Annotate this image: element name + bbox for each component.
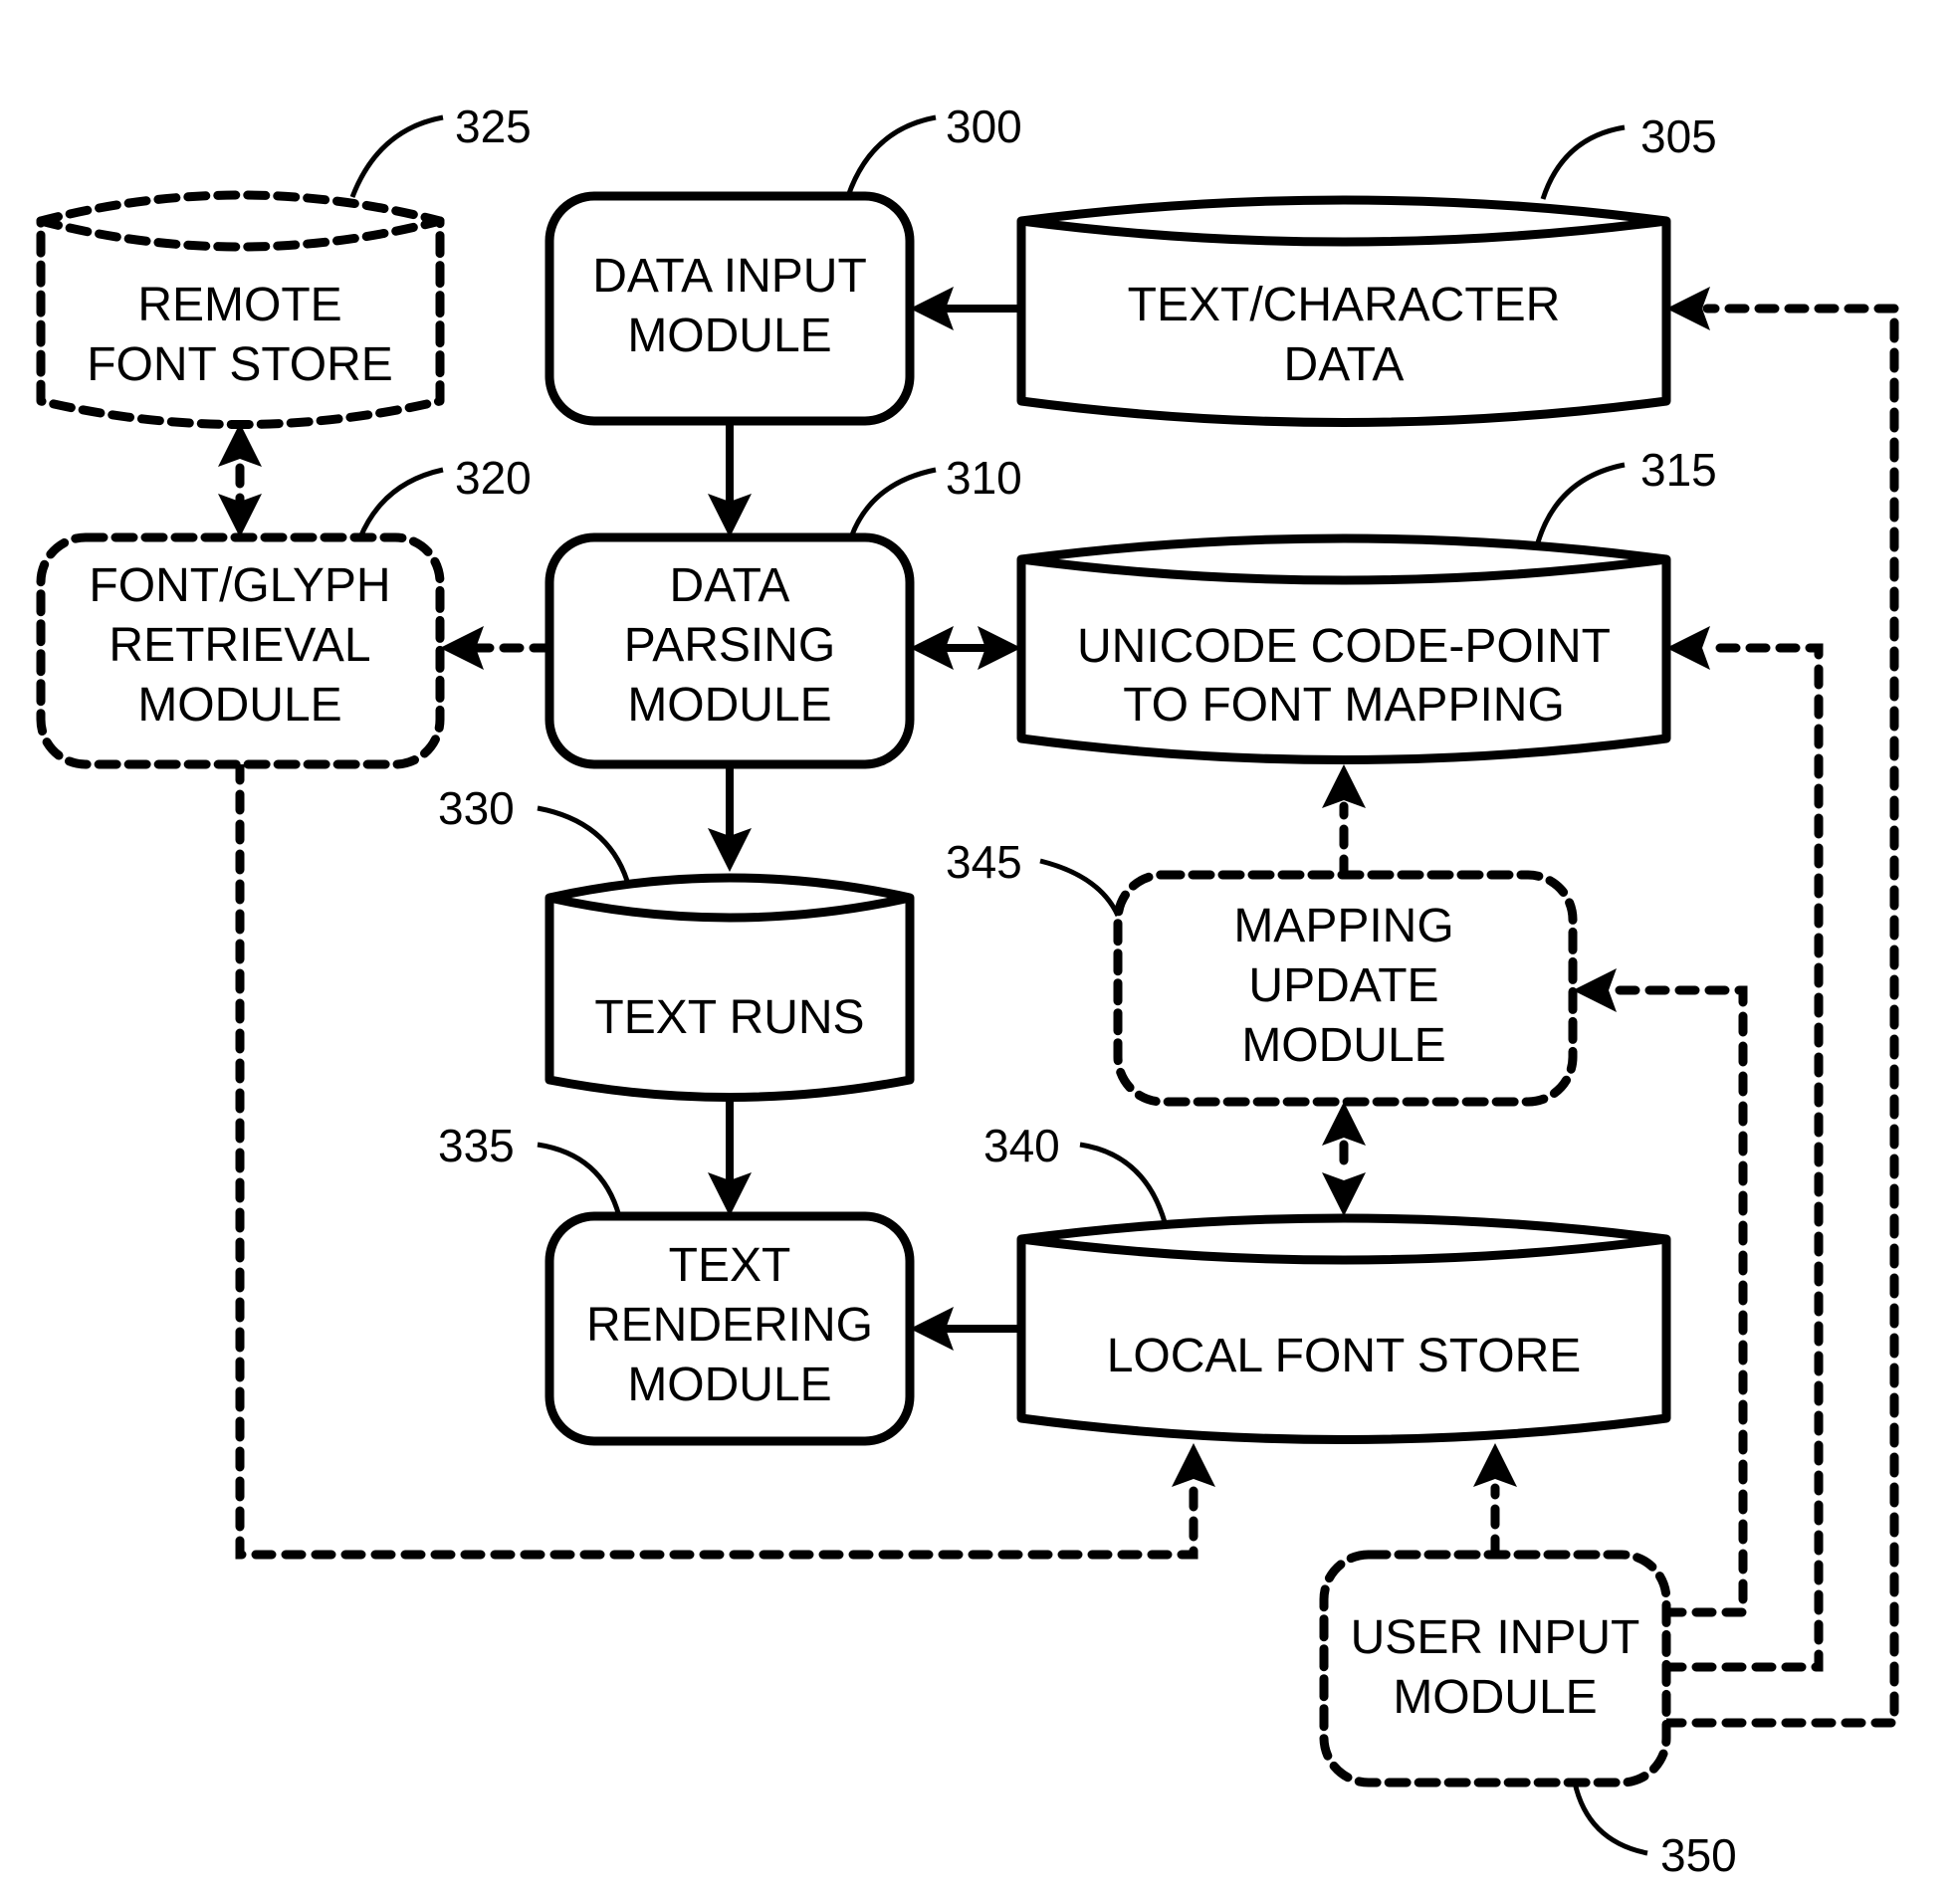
ref-305: 305 xyxy=(1640,110,1717,162)
user-input-module-shape xyxy=(1319,1550,1671,1788)
node-font-glyph-retrieval-module[interactable]: FONT/GLYPH RETRIEVAL MODULE xyxy=(36,532,445,769)
arrowhead-localstore-down xyxy=(1322,1172,1366,1216)
leader-315 xyxy=(1535,462,1626,543)
leader-305 xyxy=(1540,124,1626,200)
ref-300: 300 xyxy=(946,101,1022,152)
leader-300 xyxy=(845,114,937,197)
arrowhead-remote-up xyxy=(218,423,262,467)
edge-user-to-textdata xyxy=(1661,304,1899,1728)
node-data-input-module[interactable]: DATA INPUT MODULE xyxy=(544,191,915,426)
leader-345 xyxy=(1039,858,1121,918)
ref-325: 325 xyxy=(455,101,532,152)
leader-330 xyxy=(537,805,630,882)
arrowhead-localstore-up-1 xyxy=(1172,1443,1215,1487)
leader-335 xyxy=(537,1142,622,1217)
text-character-data-line-2: DATA xyxy=(1284,338,1405,391)
data-parsing-module-line-1: DATA xyxy=(670,559,790,612)
arrowhead-mapping-up xyxy=(1322,764,1366,808)
node-text-rendering-module[interactable]: TEXT RENDERING MODULE xyxy=(544,1211,915,1446)
font-glyph-retrieval-line-2: RETRIEVAL xyxy=(109,619,370,672)
data-input-module-line-2: MODULE xyxy=(627,310,831,362)
leader-325 xyxy=(349,114,444,198)
ref-335: 335 xyxy=(438,1120,515,1171)
ref-340: 340 xyxy=(983,1120,1060,1171)
text-rendering-module-line-1: TEXT xyxy=(669,1239,791,1292)
data-parsing-module-line-2: PARSING xyxy=(624,619,835,672)
user-input-module-line-1: USER INPUT xyxy=(1351,1611,1640,1664)
leader-320 xyxy=(357,467,444,538)
ref-315: 315 xyxy=(1640,444,1717,496)
ref-320: 320 xyxy=(455,452,532,504)
ref-330: 330 xyxy=(438,782,515,834)
ref-350: 350 xyxy=(1660,1829,1737,1881)
text-runs-line-1: TEXT RUNS xyxy=(594,991,864,1044)
mapping-update-module-line-3: MODULE xyxy=(1241,1019,1445,1072)
node-data-parsing-module[interactable]: DATA PARSING MODULE xyxy=(544,532,915,769)
mapping-update-module-line-1: MAPPING xyxy=(1233,900,1453,952)
ref-310: 310 xyxy=(946,452,1022,504)
node-remote-font-store[interactable]: REMOTE FONT STORE xyxy=(36,190,445,429)
arrowhead-mapping-in xyxy=(1666,626,1710,670)
font-glyph-retrieval-line-1: FONT/GLYPH xyxy=(89,559,390,612)
node-text-character-data[interactable]: TEXT/CHARACTER DATA xyxy=(1016,195,1671,427)
arrowhead-localstore-up-2 xyxy=(1473,1443,1517,1487)
node-unicode-font-mapping[interactable]: UNICODE CODE-POINT TO FONT MAPPING xyxy=(1016,533,1671,764)
data-parsing-module-line-3: MODULE xyxy=(627,679,831,732)
node-text-runs[interactable]: TEXT RUNS xyxy=(544,873,915,1102)
unicode-font-mapping-line-2: TO FONT MAPPING xyxy=(1123,679,1565,732)
arrowhead-update-up xyxy=(1322,1102,1366,1146)
leader-310 xyxy=(848,467,937,538)
data-input-module-shape xyxy=(544,191,915,426)
text-rendering-module-line-3: MODULE xyxy=(627,1359,831,1411)
font-glyph-retrieval-line-3: MODULE xyxy=(137,679,341,732)
text-character-data-line-1: TEXT/CHARACTER xyxy=(1128,279,1561,331)
arrowhead-update-in xyxy=(1573,968,1617,1012)
node-mapping-update-module[interactable]: MAPPING UPDATE MODULE xyxy=(1113,870,1578,1107)
ref-345: 345 xyxy=(946,836,1022,888)
node-user-input-module[interactable]: USER INPUT MODULE xyxy=(1319,1550,1671,1788)
leader-340 xyxy=(1079,1142,1168,1223)
mapping-update-module-line-2: UPDATE xyxy=(1248,959,1438,1012)
node-local-font-store[interactable]: LOCAL FONT STORE xyxy=(1016,1213,1671,1444)
data-input-module-line-1: DATA INPUT xyxy=(592,250,867,303)
remote-font-store-line-1: REMOTE xyxy=(137,279,341,331)
system-block-diagram: REMOTE FONT STORE DATA INPUT MODULE TEXT… xyxy=(36,101,1899,1881)
text-rendering-module-line-2: RENDERING xyxy=(586,1299,873,1352)
unicode-font-mapping-line-1: UNICODE CODE-POINT xyxy=(1077,620,1611,673)
leader-350 xyxy=(1572,1782,1648,1856)
local-font-store-line-1: LOCAL FONT STORE xyxy=(1107,1330,1582,1382)
user-input-module-line-2: MODULE xyxy=(1393,1671,1597,1724)
remote-font-store-line-2: FONT STORE xyxy=(87,338,393,391)
